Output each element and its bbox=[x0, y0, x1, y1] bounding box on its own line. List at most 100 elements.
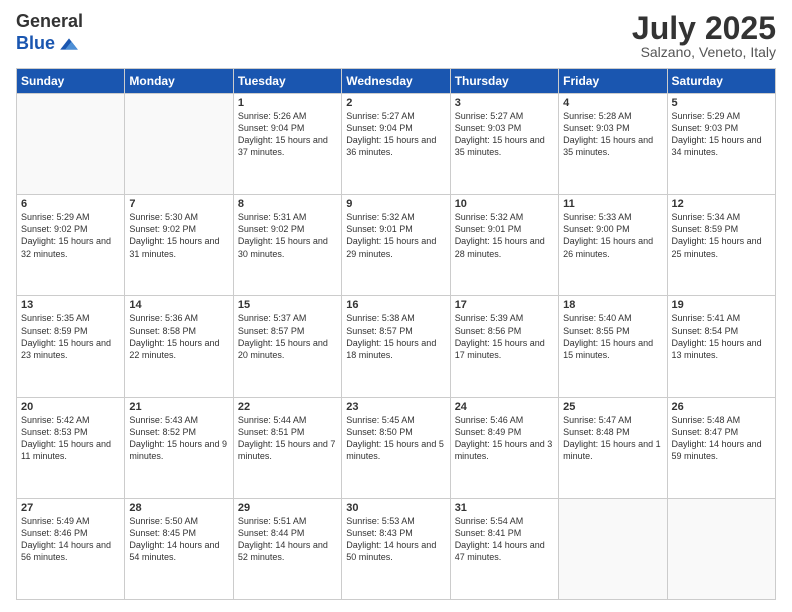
calendar-cell: 3Sunrise: 5:27 AM Sunset: 9:03 PM Daylig… bbox=[450, 94, 558, 195]
calendar-cell: 25Sunrise: 5:47 AM Sunset: 8:48 PM Dayli… bbox=[559, 397, 667, 498]
calendar-cell: 27Sunrise: 5:49 AM Sunset: 8:46 PM Dayli… bbox=[17, 498, 125, 599]
day-number: 3 bbox=[455, 97, 554, 109]
day-number: 27 bbox=[21, 502, 120, 514]
calendar-cell: 11Sunrise: 5:33 AM Sunset: 9:00 PM Dayli… bbox=[559, 195, 667, 296]
weekday-header-thursday: Thursday bbox=[450, 69, 558, 94]
day-number: 10 bbox=[455, 198, 554, 210]
calendar-cell: 9Sunrise: 5:32 AM Sunset: 9:01 PM Daylig… bbox=[342, 195, 450, 296]
logo-icon bbox=[57, 32, 81, 56]
calendar-cell: 15Sunrise: 5:37 AM Sunset: 8:57 PM Dayli… bbox=[233, 296, 341, 397]
logo-general-text: General bbox=[16, 12, 83, 32]
calendar-cell: 29Sunrise: 5:51 AM Sunset: 8:44 PM Dayli… bbox=[233, 498, 341, 599]
day-number: 21 bbox=[129, 401, 228, 413]
day-number: 24 bbox=[455, 401, 554, 413]
calendar-cell: 8Sunrise: 5:31 AM Sunset: 9:02 PM Daylig… bbox=[233, 195, 341, 296]
calendar-cell: 10Sunrise: 5:32 AM Sunset: 9:01 PM Dayli… bbox=[450, 195, 558, 296]
day-number: 22 bbox=[238, 401, 337, 413]
calendar-cell: 4Sunrise: 5:28 AM Sunset: 9:03 PM Daylig… bbox=[559, 94, 667, 195]
calendar-cell: 6Sunrise: 5:29 AM Sunset: 9:02 PM Daylig… bbox=[17, 195, 125, 296]
weekday-header-tuesday: Tuesday bbox=[233, 69, 341, 94]
day-number: 23 bbox=[346, 401, 445, 413]
day-info: Sunrise: 5:54 AM Sunset: 8:41 PM Dayligh… bbox=[455, 515, 554, 564]
calendar-cell: 26Sunrise: 5:48 AM Sunset: 8:47 PM Dayli… bbox=[667, 397, 775, 498]
day-info: Sunrise: 5:42 AM Sunset: 8:53 PM Dayligh… bbox=[21, 414, 120, 463]
calendar-body: 1Sunrise: 5:26 AM Sunset: 9:04 PM Daylig… bbox=[17, 94, 776, 600]
title-block: July 2025 Salzano, Veneto, Italy bbox=[632, 12, 776, 60]
calendar-table: SundayMondayTuesdayWednesdayThursdayFrid… bbox=[16, 68, 776, 600]
calendar-cell bbox=[17, 94, 125, 195]
header: General Blue July 2025 Salzano, Veneto, … bbox=[16, 12, 776, 60]
day-number: 14 bbox=[129, 299, 228, 311]
calendar-cell: 19Sunrise: 5:41 AM Sunset: 8:54 PM Dayli… bbox=[667, 296, 775, 397]
calendar-week-1: 6Sunrise: 5:29 AM Sunset: 9:02 PM Daylig… bbox=[17, 195, 776, 296]
day-info: Sunrise: 5:28 AM Sunset: 9:03 PM Dayligh… bbox=[563, 110, 662, 159]
day-info: Sunrise: 5:48 AM Sunset: 8:47 PM Dayligh… bbox=[672, 414, 771, 463]
day-info: Sunrise: 5:51 AM Sunset: 8:44 PM Dayligh… bbox=[238, 515, 337, 564]
day-info: Sunrise: 5:44 AM Sunset: 8:51 PM Dayligh… bbox=[238, 414, 337, 463]
day-info: Sunrise: 5:29 AM Sunset: 9:02 PM Dayligh… bbox=[21, 211, 120, 260]
day-info: Sunrise: 5:34 AM Sunset: 8:59 PM Dayligh… bbox=[672, 211, 771, 260]
day-info: Sunrise: 5:37 AM Sunset: 8:57 PM Dayligh… bbox=[238, 312, 337, 361]
day-number: 13 bbox=[21, 299, 120, 311]
day-info: Sunrise: 5:45 AM Sunset: 8:50 PM Dayligh… bbox=[346, 414, 445, 463]
day-info: Sunrise: 5:33 AM Sunset: 9:00 PM Dayligh… bbox=[563, 211, 662, 260]
day-info: Sunrise: 5:27 AM Sunset: 9:04 PM Dayligh… bbox=[346, 110, 445, 159]
calendar-cell: 23Sunrise: 5:45 AM Sunset: 8:50 PM Dayli… bbox=[342, 397, 450, 498]
day-number: 2 bbox=[346, 97, 445, 109]
calendar-week-3: 20Sunrise: 5:42 AM Sunset: 8:53 PM Dayli… bbox=[17, 397, 776, 498]
day-info: Sunrise: 5:39 AM Sunset: 8:56 PM Dayligh… bbox=[455, 312, 554, 361]
calendar-cell bbox=[667, 498, 775, 599]
calendar-cell: 2Sunrise: 5:27 AM Sunset: 9:04 PM Daylig… bbox=[342, 94, 450, 195]
calendar-week-2: 13Sunrise: 5:35 AM Sunset: 8:59 PM Dayli… bbox=[17, 296, 776, 397]
calendar-cell: 5Sunrise: 5:29 AM Sunset: 9:03 PM Daylig… bbox=[667, 94, 775, 195]
day-number: 30 bbox=[346, 502, 445, 514]
day-info: Sunrise: 5:29 AM Sunset: 9:03 PM Dayligh… bbox=[672, 110, 771, 159]
day-info: Sunrise: 5:35 AM Sunset: 8:59 PM Dayligh… bbox=[21, 312, 120, 361]
logo: General Blue bbox=[16, 12, 83, 56]
day-number: 16 bbox=[346, 299, 445, 311]
day-number: 9 bbox=[346, 198, 445, 210]
day-info: Sunrise: 5:47 AM Sunset: 8:48 PM Dayligh… bbox=[563, 414, 662, 463]
calendar-cell: 12Sunrise: 5:34 AM Sunset: 8:59 PM Dayli… bbox=[667, 195, 775, 296]
month-title: July 2025 bbox=[632, 12, 776, 44]
page: General Blue July 2025 Salzano, Veneto, … bbox=[0, 0, 792, 612]
calendar-cell: 28Sunrise: 5:50 AM Sunset: 8:45 PM Dayli… bbox=[125, 498, 233, 599]
day-info: Sunrise: 5:32 AM Sunset: 9:01 PM Dayligh… bbox=[455, 211, 554, 260]
day-number: 5 bbox=[672, 97, 771, 109]
calendar-cell: 13Sunrise: 5:35 AM Sunset: 8:59 PM Dayli… bbox=[17, 296, 125, 397]
calendar-cell: 24Sunrise: 5:46 AM Sunset: 8:49 PM Dayli… bbox=[450, 397, 558, 498]
day-number: 19 bbox=[672, 299, 771, 311]
calendar-cell: 16Sunrise: 5:38 AM Sunset: 8:57 PM Dayli… bbox=[342, 296, 450, 397]
location-subtitle: Salzano, Veneto, Italy bbox=[632, 44, 776, 60]
day-info: Sunrise: 5:46 AM Sunset: 8:49 PM Dayligh… bbox=[455, 414, 554, 463]
day-number: 29 bbox=[238, 502, 337, 514]
day-number: 31 bbox=[455, 502, 554, 514]
calendar-cell bbox=[125, 94, 233, 195]
day-number: 8 bbox=[238, 198, 337, 210]
day-info: Sunrise: 5:27 AM Sunset: 9:03 PM Dayligh… bbox=[455, 110, 554, 159]
calendar-week-0: 1Sunrise: 5:26 AM Sunset: 9:04 PM Daylig… bbox=[17, 94, 776, 195]
day-info: Sunrise: 5:38 AM Sunset: 8:57 PM Dayligh… bbox=[346, 312, 445, 361]
weekday-header-monday: Monday bbox=[125, 69, 233, 94]
day-number: 18 bbox=[563, 299, 662, 311]
calendar-cell: 20Sunrise: 5:42 AM Sunset: 8:53 PM Dayli… bbox=[17, 397, 125, 498]
day-info: Sunrise: 5:53 AM Sunset: 8:43 PM Dayligh… bbox=[346, 515, 445, 564]
weekday-header-saturday: Saturday bbox=[667, 69, 775, 94]
calendar-cell: 30Sunrise: 5:53 AM Sunset: 8:43 PM Dayli… bbox=[342, 498, 450, 599]
calendar-cell: 31Sunrise: 5:54 AM Sunset: 8:41 PM Dayli… bbox=[450, 498, 558, 599]
day-info: Sunrise: 5:49 AM Sunset: 8:46 PM Dayligh… bbox=[21, 515, 120, 564]
weekday-header-wednesday: Wednesday bbox=[342, 69, 450, 94]
calendar-cell: 1Sunrise: 5:26 AM Sunset: 9:04 PM Daylig… bbox=[233, 94, 341, 195]
day-number: 17 bbox=[455, 299, 554, 311]
calendar-cell bbox=[559, 498, 667, 599]
day-number: 12 bbox=[672, 198, 771, 210]
day-info: Sunrise: 5:31 AM Sunset: 9:02 PM Dayligh… bbox=[238, 211, 337, 260]
day-number: 1 bbox=[238, 97, 337, 109]
weekday-row: SundayMondayTuesdayWednesdayThursdayFrid… bbox=[17, 69, 776, 94]
day-info: Sunrise: 5:36 AM Sunset: 8:58 PM Dayligh… bbox=[129, 312, 228, 361]
calendar-cell: 17Sunrise: 5:39 AM Sunset: 8:56 PM Dayli… bbox=[450, 296, 558, 397]
day-info: Sunrise: 5:40 AM Sunset: 8:55 PM Dayligh… bbox=[563, 312, 662, 361]
weekday-header-friday: Friday bbox=[559, 69, 667, 94]
day-number: 7 bbox=[129, 198, 228, 210]
day-number: 20 bbox=[21, 401, 120, 413]
